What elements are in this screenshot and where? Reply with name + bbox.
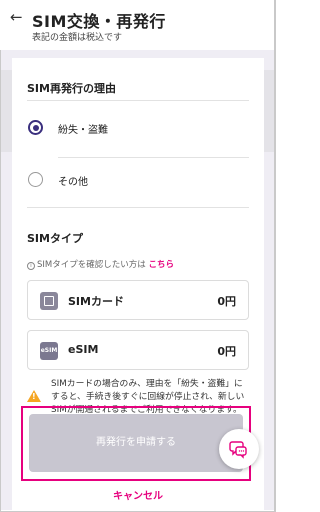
sim-option-price: 0円 xyxy=(217,345,236,358)
chat-bubble-icon xyxy=(229,441,247,459)
back-arrow-icon[interactable]: ← xyxy=(10,10,23,25)
sim-option-card[interactable]: SIMカード 0円 xyxy=(27,280,249,320)
esim-icon: eSIM xyxy=(40,342,58,360)
sim-type-check-link[interactable]: こちら xyxy=(148,260,174,270)
radio-unselected-icon[interactable] xyxy=(28,172,43,187)
info-icon: i xyxy=(27,262,35,270)
reason-option-label: その他 xyxy=(58,177,88,188)
reason-divider-bottom xyxy=(27,207,249,208)
sim-option-name: SIMカード xyxy=(68,295,124,308)
sim-type-info-text: SIMタイプを確認したい方は xyxy=(37,260,146,270)
sim-option-esim[interactable]: eSIM eSIM 0円 xyxy=(27,330,249,370)
reason-option-label: 紛失・盗難 xyxy=(58,125,108,136)
reason-section-title: SIM再発行の理由 xyxy=(27,82,116,95)
page-header: ← SIM交換・再発行 表記の金額は税込です xyxy=(0,0,274,50)
sim-type-info: i SIMタイプを確認したい方は こちら xyxy=(27,258,174,270)
sim-type-section-title: SIMタイプ xyxy=(27,232,83,245)
chat-support-button[interactable] xyxy=(219,429,259,469)
page-title: SIM交換・再発行 xyxy=(32,12,166,31)
sim-option-price: 0円 xyxy=(217,295,236,308)
sim-option-name: eSIM xyxy=(68,343,99,356)
reason-divider-top xyxy=(27,100,249,101)
reason-divider xyxy=(58,157,249,158)
sim-card-icon xyxy=(40,292,58,310)
cancel-link[interactable]: キャンセル xyxy=(0,487,276,502)
radio-selected-icon[interactable] xyxy=(28,120,43,135)
page-subtitle: 表記の金額は税込です xyxy=(32,33,123,43)
warning-icon: ! xyxy=(27,390,41,402)
apply-reissue-button[interactable]: 再発行を申請する xyxy=(29,414,243,472)
